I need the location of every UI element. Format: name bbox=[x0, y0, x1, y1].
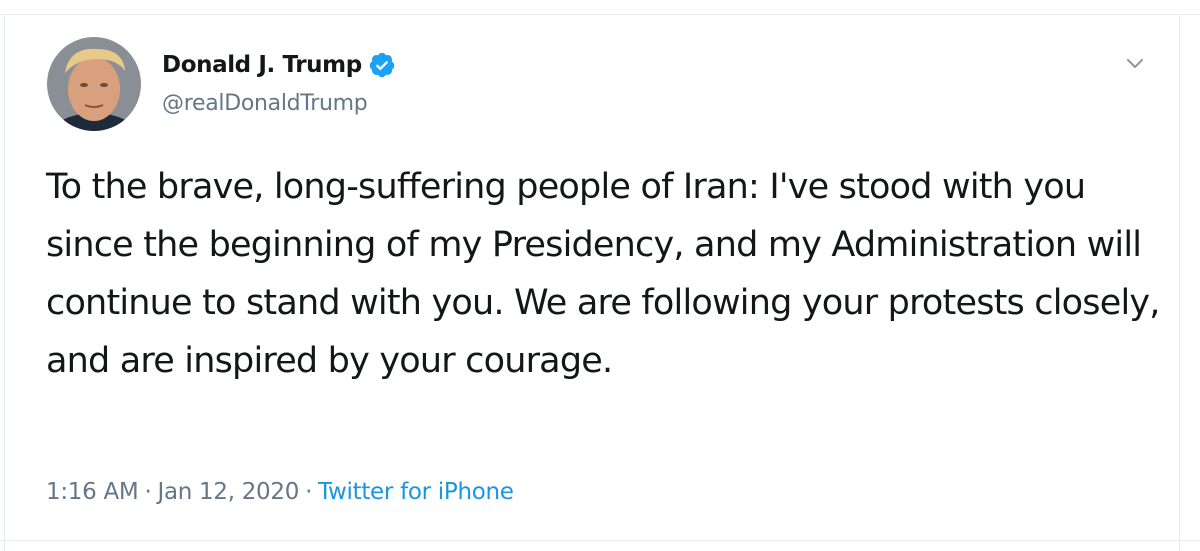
tweet-text: To the brave, long-suffering people of I… bbox=[46, 167, 1160, 381]
card-top-border bbox=[0, 14, 1200, 15]
author-display-name[interactable]: Donald J. Trump bbox=[162, 50, 362, 80]
card-left-border bbox=[4, 14, 5, 551]
tweet-meta: 1:16 AM · Jan 12, 2020 · Twitter for iPh… bbox=[46, 476, 514, 508]
meta-separator: · bbox=[305, 479, 313, 505]
meta-separator: · bbox=[144, 479, 152, 505]
card-bottom-border bbox=[0, 540, 1200, 541]
tweet-time[interactable]: 1:16 AM bbox=[46, 476, 139, 508]
tweet-source-link[interactable]: Twitter for iPhone bbox=[318, 476, 514, 508]
author-handle[interactable]: @realDonaldTrump bbox=[162, 89, 368, 119]
author-name-row: Donald J. Trump bbox=[162, 50, 396, 80]
card-right-border bbox=[1179, 14, 1180, 551]
tweet-date[interactable]: Jan 12, 2020 bbox=[157, 476, 299, 508]
avatar[interactable] bbox=[47, 37, 141, 131]
verified-badge-icon bbox=[368, 51, 396, 79]
chevron-down-icon[interactable] bbox=[1122, 50, 1148, 76]
